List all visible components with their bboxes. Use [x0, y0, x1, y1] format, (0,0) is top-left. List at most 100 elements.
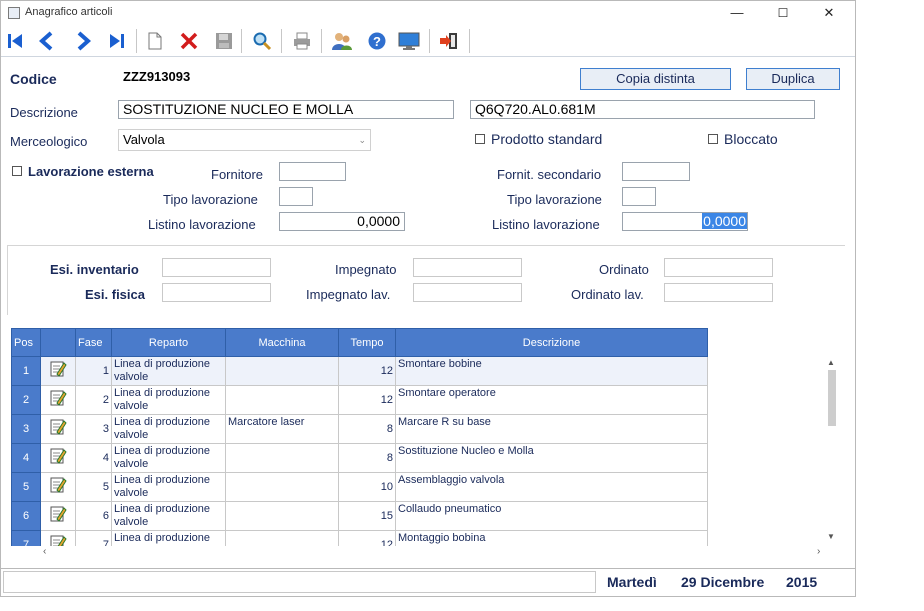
- row-descrizione[interactable]: Assemblaggio valvola: [395, 472, 708, 502]
- row-pos[interactable]: 7: [11, 530, 41, 546]
- row-edit-cell[interactable]: [40, 385, 76, 415]
- maximize-button[interactable]: ☐: [760, 1, 806, 25]
- fornit-secondario-field[interactable]: [622, 162, 690, 181]
- row-reparto[interactable]: Linea di produzione valvole: [111, 414, 226, 444]
- column-header-edit[interactable]: [40, 328, 76, 357]
- row-reparto[interactable]: Linea di produzione valvole: [111, 472, 226, 502]
- row-reparto[interactable]: Linea di produzione valvole: [111, 501, 226, 531]
- row-pos[interactable]: 1: [11, 356, 41, 386]
- descrizione-field[interactable]: SOSTITUZIONE NUCLEO E MOLLA: [118, 100, 454, 119]
- table-row[interactable]: 2 2 Linea di produzione valvole 12 Smontare …: [11, 385, 708, 415]
- row-edit-cell[interactable]: [40, 472, 76, 502]
- codice-field[interactable]: ZZZ913093: [118, 67, 270, 86]
- row-descrizione[interactable]: Smontare bobine: [395, 356, 708, 386]
- row-tempo[interactable]: 12: [338, 530, 396, 546]
- row-reparto[interactable]: Linea di produzione: [111, 530, 226, 546]
- merceologico-select[interactable]: Valvola ⌄: [118, 129, 371, 151]
- scroll-right-icon[interactable]: ›: [817, 546, 820, 557]
- tipo-lavorazione-secondario-field[interactable]: [622, 187, 656, 206]
- table-row[interactable]: 1 1 Linea di produzione valvole 12 Smontare …: [11, 356, 708, 386]
- search-icon[interactable]: [248, 27, 276, 55]
- delete-icon[interactable]: [175, 27, 203, 55]
- first-record-icon[interactable]: [1, 27, 29, 55]
- table-row[interactable]: 7 7 Linea di produzione 12 Montaggio bobina: [11, 530, 708, 546]
- minimize-button[interactable]: —: [714, 1, 760, 25]
- save-icon[interactable]: [210, 27, 238, 55]
- row-pos[interactable]: 4: [11, 443, 41, 473]
- row-macchina[interactable]: Marcatore laser: [225, 414, 339, 444]
- ordinato-lav-field[interactable]: [664, 283, 773, 302]
- edit-icon[interactable]: [49, 477, 67, 497]
- row-edit-cell[interactable]: [40, 501, 76, 531]
- fornitore-field[interactable]: [279, 162, 346, 181]
- edit-icon[interactable]: [49, 390, 67, 410]
- row-edit-cell[interactable]: [40, 443, 76, 473]
- row-fase[interactable]: 7: [75, 530, 112, 546]
- ordinato-field[interactable]: [664, 258, 773, 277]
- exit-icon[interactable]: [435, 27, 463, 55]
- bloccato-checkbox[interactable]: Bloccato: [708, 131, 778, 147]
- scroll-left-icon[interactable]: ‹: [43, 546, 46, 557]
- row-macchina[interactable]: [225, 385, 339, 415]
- help-icon[interactable]: ?: [363, 27, 391, 55]
- listino-lavorazione-secondario-field[interactable]: 0,0000: [622, 212, 748, 231]
- table-row[interactable]: 6 6 Linea di produzione valvole 15 Collaudo …: [11, 501, 708, 531]
- row-fase[interactable]: 5: [75, 472, 112, 502]
- impegnato-lav-field[interactable]: [413, 283, 522, 302]
- row-fase[interactable]: 1: [75, 356, 112, 386]
- row-macchina[interactable]: [225, 501, 339, 531]
- esi-inventario-field[interactable]: [162, 258, 271, 277]
- row-fase[interactable]: 2: [75, 385, 112, 415]
- users-icon[interactable]: [328, 27, 356, 55]
- row-fase[interactable]: 3: [75, 414, 112, 444]
- row-reparto[interactable]: Linea di produzione valvole: [111, 356, 226, 386]
- row-fase[interactable]: 4: [75, 443, 112, 473]
- row-tempo[interactable]: 8: [338, 443, 396, 473]
- column-header-fase[interactable]: Fase: [75, 328, 112, 357]
- row-macchina[interactable]: [225, 443, 339, 473]
- impegnato-field[interactable]: [413, 258, 522, 277]
- edit-icon[interactable]: [49, 506, 67, 526]
- row-reparto[interactable]: Linea di produzione valvole: [111, 443, 226, 473]
- scroll-up-icon[interactable]: ▲: [827, 358, 835, 367]
- row-macchina[interactable]: [225, 472, 339, 502]
- last-record-icon[interactable]: [103, 27, 131, 55]
- previous-record-icon[interactable]: [33, 27, 61, 55]
- table-row[interactable]: 5 5 Linea di produzione valvole 10 Assemblag…: [11, 472, 708, 502]
- table-row[interactable]: 3 3 Linea di produzione valvole Marcatore l…: [11, 414, 708, 444]
- prodotto-standard-checkbox[interactable]: Prodotto standard: [475, 131, 602, 147]
- row-fase[interactable]: 6: [75, 501, 112, 531]
- lavorazione-esterna-checkbox[interactable]: Lavorazione esterna: [12, 164, 154, 179]
- table-row[interactable]: 4 4 Linea di produzione valvole 8 Sostituzio…: [11, 443, 708, 473]
- column-header-pos[interactable]: Pos: [11, 328, 41, 357]
- row-pos[interactable]: 3: [11, 414, 41, 444]
- edit-icon[interactable]: [49, 419, 67, 439]
- edit-icon[interactable]: [49, 448, 67, 468]
- close-button[interactable]: ✕: [806, 1, 852, 25]
- column-header-descrizione[interactable]: Descrizione: [395, 328, 708, 357]
- column-header-macchina[interactable]: Macchina: [225, 328, 339, 357]
- scroll-down-icon[interactable]: ▼: [827, 532, 835, 541]
- column-header-reparto[interactable]: Reparto: [111, 328, 226, 357]
- row-descrizione[interactable]: Marcare R su base: [395, 414, 708, 444]
- row-descrizione[interactable]: Smontare operatore: [395, 385, 708, 415]
- row-pos[interactable]: 6: [11, 501, 41, 531]
- row-tempo[interactable]: 10: [338, 472, 396, 502]
- edit-icon[interactable]: [49, 361, 67, 381]
- monitor-icon[interactable]: [395, 27, 423, 55]
- print-icon[interactable]: [288, 27, 316, 55]
- row-macchina[interactable]: [225, 356, 339, 386]
- row-tempo[interactable]: 12: [338, 385, 396, 415]
- duplica-button[interactable]: Duplica: [746, 68, 840, 90]
- scroll-thumb[interactable]: [828, 370, 836, 426]
- row-tempo[interactable]: 8: [338, 414, 396, 444]
- row-descrizione[interactable]: Montaggio bobina: [395, 530, 708, 546]
- row-edit-cell[interactable]: [40, 414, 76, 444]
- esi-fisica-field[interactable]: [162, 283, 271, 302]
- copia-distinta-button[interactable]: Copia distinta: [580, 68, 731, 90]
- row-macchina[interactable]: [225, 530, 339, 546]
- new-document-icon[interactable]: [141, 27, 169, 55]
- row-edit-cell[interactable]: [40, 356, 76, 386]
- row-pos[interactable]: 5: [11, 472, 41, 502]
- row-descrizione[interactable]: Collaudo pneumatico: [395, 501, 708, 531]
